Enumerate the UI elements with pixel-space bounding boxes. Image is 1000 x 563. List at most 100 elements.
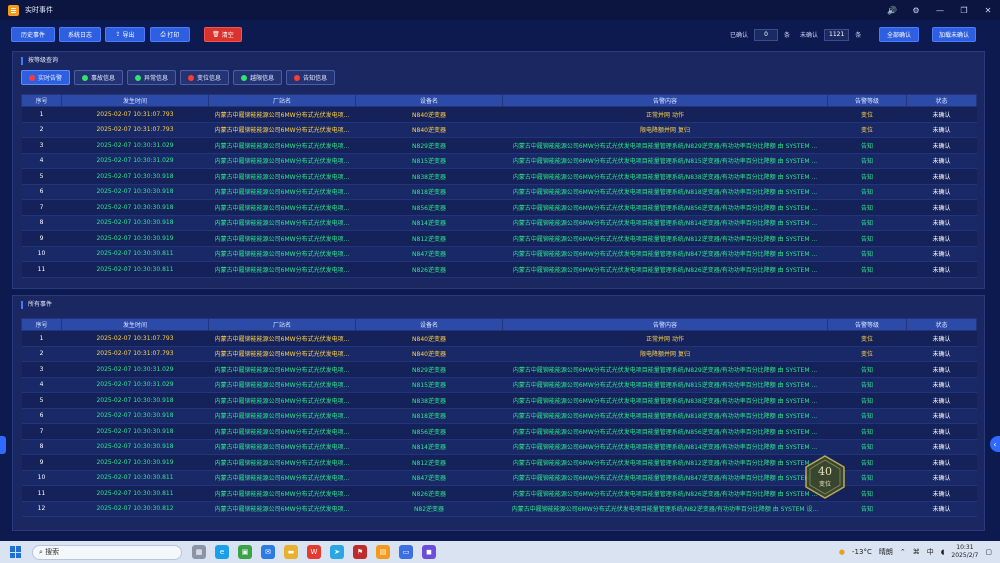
wps-office-icon[interactable]: W — [307, 545, 321, 559]
network-icon[interactable]: ⌘ — [913, 548, 920, 556]
taskbar-search[interactable]: ⌕ 搜索 — [32, 544, 182, 560]
clear-button[interactable]: 🗑 清空 — [204, 27, 242, 42]
cell-seq: 1 — [21, 330, 62, 347]
table-row[interactable]: 2 2025-02-07 10:31:07.793 内蒙古中履铆能能源公司6MW分布… — [21, 122, 977, 138]
column-header-device[interactable]: 设备名 — [355, 94, 503, 107]
column-header-level[interactable]: 告警等级 — [827, 94, 907, 107]
print-button[interactable]: ⎙ 打印 — [150, 27, 190, 42]
cell-status: 未确认 — [906, 261, 977, 278]
table-row[interactable]: 7 2025-02-07 10:30:30.918 内蒙古中履铆能能源公司6MW分布… — [21, 199, 977, 216]
confirm-all-button[interactable]: 全部确认 — [879, 27, 919, 42]
speaker-icon[interactable]: 🔊 — [880, 6, 904, 15]
file-explorer-icon[interactable]: ▬ — [284, 545, 298, 559]
status-dot-icon — [241, 74, 248, 81]
cell-level: 告知 — [827, 361, 907, 378]
left-panel-handle[interactable] — [0, 436, 6, 454]
column-header-level[interactable]: 告警等级 — [827, 318, 907, 331]
table-row[interactable]: 9 2025-02-07 10:30:30.919 内蒙古中履铆能能源公司6MW分布… — [21, 230, 977, 247]
realtime-events-app-icon[interactable]: ▤ — [376, 545, 390, 559]
export-button[interactable]: ⇪ 导出 — [105, 27, 145, 42]
filter-notice-info[interactable]: 告知信息 — [286, 70, 336, 85]
table-row[interactable]: 11 2025-02-07 10:30:30.811 内蒙古中履铆能能源公司6MW分… — [21, 261, 977, 278]
ime-indicator[interactable]: 中 — [927, 547, 934, 557]
store-icon[interactable]: ▣ — [238, 545, 252, 559]
cell-time: 2025-02-07 10:30:31.029 — [61, 137, 209, 154]
cell-level: 告知 — [827, 423, 907, 440]
cell-station: 内蒙古中履铆能能源公司6MW分布式光伏发电项... — [208, 153, 356, 169]
cell-time: 2025-02-07 10:31:07.793 — [61, 330, 209, 347]
column-header-status[interactable]: 状态 — [906, 318, 977, 331]
table-header: 序号 发生时间 厂站名 设备名 告警内容 告警等级 状态 — [21, 94, 977, 107]
table-row[interactable]: 12 2025-02-07 10:30:30.812 内蒙古中履铆能能源公司6MW分… — [21, 501, 977, 517]
telegram-icon[interactable]: ➤ — [330, 545, 344, 559]
collapse-chevron-icon[interactable]: ‹ — [990, 436, 1000, 452]
minimize-button[interactable]: — — [928, 6, 952, 15]
change-count-badge[interactable]: 40 变位 — [803, 455, 847, 499]
column-header-content[interactable]: 告警内容 — [502, 94, 828, 107]
status-dot-icon — [82, 74, 89, 81]
filter-limit-info[interactable]: 越限信息 — [233, 70, 283, 85]
filter-realtime-alarm[interactable]: 实时告警 — [21, 70, 71, 85]
windows-start-icon[interactable] — [10, 546, 22, 558]
settings-gear-icon[interactable]: ⚙ — [904, 6, 928, 15]
column-header-time[interactable]: 发生时间 — [61, 318, 209, 331]
notification-icon[interactable]: ▢ — [985, 548, 992, 556]
table-row[interactable]: 4 2025-02-07 10:30:31.029 内蒙古中履铆能能源公司6MW分布… — [21, 153, 977, 169]
red-app-icon[interactable]: ⚑ — [353, 545, 367, 559]
filter-accident-info[interactable]: 事故信息 — [74, 70, 124, 85]
cell-level: 告知 — [827, 261, 907, 278]
table-row[interactable]: 2 2025-02-07 10:31:07.793 内蒙古中履铆能能源公司6MW分布… — [21, 346, 977, 362]
table-row[interactable]: 8 2025-02-07 10:30:30.918 内蒙古中履铆能能源公司6MW分布… — [21, 215, 977, 231]
system-log-button[interactable]: 系统日志 — [59, 27, 101, 42]
cell-status: 未确认 — [906, 485, 977, 502]
edge-browser-icon[interactable]: e — [215, 545, 229, 559]
column-header-device[interactable]: 设备名 — [355, 318, 503, 331]
table-row[interactable]: 7 2025-02-07 10:30:30.918 内蒙古中履铆能能源公司6MW分布… — [21, 423, 977, 440]
column-header-content[interactable]: 告警内容 — [502, 318, 828, 331]
cell-device: N838逆变器 — [355, 168, 503, 185]
task-view-icon[interactable]: ▦ — [192, 545, 206, 559]
table-row[interactable]: 8 2025-02-07 10:30:30.918 内蒙古中履铆能能源公司6MW分布… — [21, 439, 977, 455]
close-button[interactable]: ✕ — [976, 6, 1000, 15]
column-header-seq[interactable]: 序号 — [21, 318, 62, 331]
mail-icon[interactable]: ✉ — [261, 545, 275, 559]
table-row[interactable]: 5 2025-02-07 10:30:30.918 内蒙古中履铆能能源公司6MW分布… — [21, 168, 977, 185]
table-row[interactable]: 3 2025-02-07 10:30:31.029 内蒙古中履铆能能源公司6MW分布… — [21, 137, 977, 154]
table-row[interactable]: 10 2025-02-07 10:30:30.811 内蒙古中履铆能能源公司6MW分… — [21, 246, 977, 262]
table-row[interactable]: 6 2025-02-07 10:30:30.918 内蒙古中履铆能能源公司6MW分布… — [21, 184, 977, 200]
cell-content: 内蒙古中履铆能能源公司6MW分布式光伏发电项目能量管理系统/N812逆变器/有功… — [502, 230, 828, 247]
cell-seq: 2 — [21, 122, 62, 138]
column-header-seq[interactable]: 序号 — [21, 94, 62, 107]
load-unconfirmed-button[interactable]: 加载未确认 — [932, 27, 976, 42]
table-row[interactable]: 1 2025-02-07 10:31:07.793 内蒙古中履铆能能源公司6MW分布… — [21, 330, 977, 347]
tray-chevron-icon[interactable]: ⌃ — [900, 548, 906, 556]
filter-change-info[interactable]: 变位信息 — [180, 70, 230, 85]
table-row[interactable]: 5 2025-02-07 10:30:30.918 内蒙古中履铆能能源公司6MW分布… — [21, 392, 977, 409]
unconfirmed-unit: 条 — [855, 32, 862, 39]
cell-station: 内蒙古中履铆能能源公司6MW分布式光伏发电项... — [208, 184, 356, 200]
volume-icon[interactable]: ◖ — [941, 548, 945, 556]
column-header-station[interactable]: 厂站名 — [208, 94, 356, 107]
taskbar-clock[interactable]: 10:31 2025/2/7 — [951, 544, 978, 560]
cell-device: N829逆变器 — [355, 361, 503, 378]
column-header-station[interactable]: 厂站名 — [208, 318, 356, 331]
confirmed-unit: 条 — [784, 32, 791, 39]
table-row[interactable]: 6 2025-02-07 10:30:30.918 内蒙古中履铆能能源公司6MW分布… — [21, 408, 977, 424]
table-row[interactable]: 3 2025-02-07 10:30:31.029 内蒙古中履铆能能源公司6MW分布… — [21, 361, 977, 378]
weather-temp[interactable]: -13°C — [852, 548, 872, 556]
chat-app-icon[interactable]: ◼ — [422, 545, 436, 559]
confirmed-count: 0 — [754, 28, 779, 41]
filter-abnormal-info[interactable]: 异常信息 — [127, 70, 177, 85]
level-query-panel: 按等级查询 实时告警 事故信息 异常信息 变位信息 越限信息 告知信息 序号 发生… — [12, 51, 985, 289]
document-app-icon[interactable]: ▭ — [399, 545, 413, 559]
maximize-button[interactable]: ❐ — [952, 6, 976, 15]
cell-content: 正常并网 动作 — [502, 106, 828, 123]
column-header-time[interactable]: 发生时间 — [61, 94, 209, 107]
cell-device: N815逆变器 — [355, 377, 503, 393]
table-row[interactable]: 1 2025-02-07 10:31:07.793 内蒙古中履铆能能源公司6MW分布… — [21, 106, 977, 123]
cell-level: 告知 — [827, 168, 907, 185]
history-events-button[interactable]: 历史事件 — [11, 27, 55, 42]
column-header-status[interactable]: 状态 — [906, 94, 977, 107]
cell-device: N856逆变器 — [355, 423, 503, 440]
table-row[interactable]: 4 2025-02-07 10:30:31.029 内蒙古中履铆能能源公司6MW分布… — [21, 377, 977, 393]
